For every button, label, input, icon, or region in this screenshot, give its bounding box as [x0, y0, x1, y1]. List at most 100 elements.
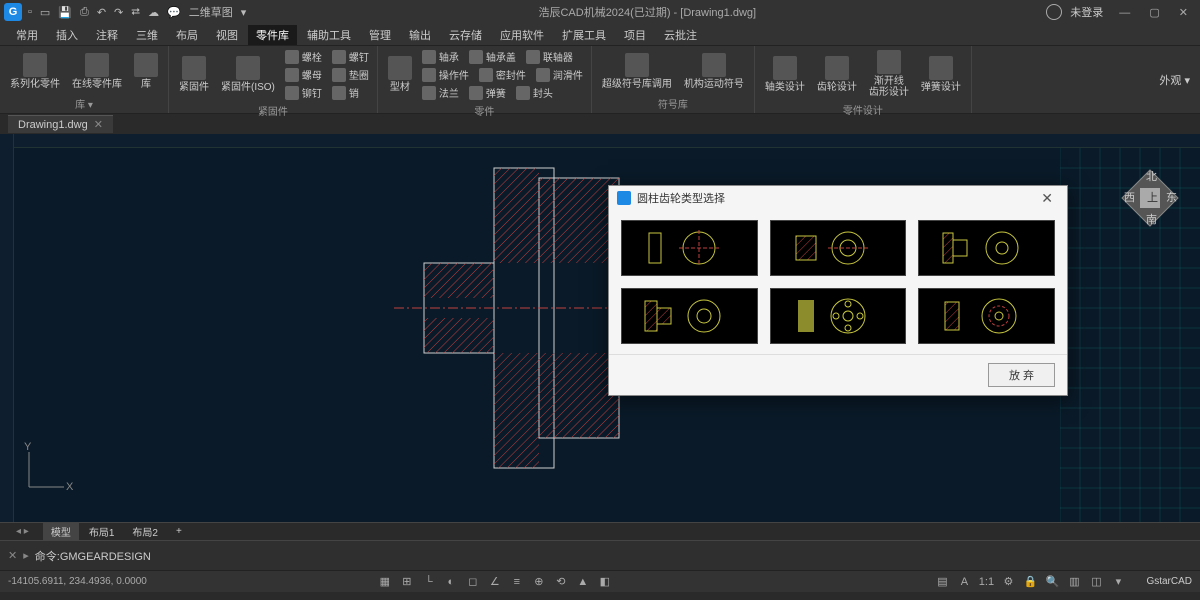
dialog-close-icon[interactable]: ✕: [1035, 190, 1059, 207]
iso-icon[interactable]: ◧: [597, 574, 613, 590]
ribbon-button[interactable]: 紧固件(ISO): [217, 54, 279, 95]
menu-tab-1[interactable]: 插入: [48, 25, 86, 45]
ribbon-button[interactable]: 紧固件: [175, 54, 213, 95]
osnap-toggle-icon[interactable]: ◻: [465, 574, 481, 590]
annotation-icon[interactable]: A: [956, 574, 972, 590]
menu-tab-3[interactable]: 三维: [128, 25, 166, 45]
ribbon-button[interactable]: 机构运动符号: [680, 51, 748, 92]
new-icon[interactable]: ▫: [26, 6, 34, 18]
layout-tab-0[interactable]: 模型: [43, 523, 79, 540]
menu-tab-9[interactable]: 输出: [401, 25, 439, 45]
app-logo: G: [4, 3, 22, 21]
clean-icon[interactable]: ◫: [1088, 574, 1104, 590]
ribbon-small-button[interactable]: 铆钉: [283, 84, 324, 101]
ribbon-button[interactable]: 超级符号库调用: [598, 51, 676, 92]
hardware-icon[interactable]: ▥: [1066, 574, 1082, 590]
save-icon[interactable]: 💾: [56, 6, 74, 19]
menu-tab-10[interactable]: 云存储: [441, 25, 490, 45]
ribbon-small-button[interactable]: 螺母: [283, 66, 324, 83]
grid-toggle-icon[interactable]: ▦: [377, 574, 393, 590]
ribbon-button[interactable]: 渐开线齿形设计: [865, 48, 913, 100]
gear-option-5[interactable]: [770, 288, 907, 344]
ortho-toggle-icon[interactable]: └: [421, 574, 437, 590]
close-icon[interactable]: ✕: [1171, 7, 1196, 19]
cmdline-expand-icon[interactable]: ▸: [23, 549, 29, 562]
ribbon-small-button[interactable]: 操作件: [420, 66, 471, 83]
tab-close-icon[interactable]: ✕: [94, 118, 103, 131]
menu-tab-2[interactable]: 注释: [88, 25, 126, 45]
ribbon-button[interactable]: 系列化零件: [6, 51, 64, 92]
gear-option-2[interactable]: [770, 220, 907, 276]
ribbon-small-button[interactable]: 联轴器: [524, 48, 575, 65]
customize-icon[interactable]: ▾: [1110, 574, 1126, 590]
ribbon-small-button[interactable]: 润滑件: [534, 66, 585, 83]
polar-toggle-icon[interactable]: ◐: [443, 574, 459, 590]
menu-tab-4[interactable]: 布局: [168, 25, 206, 45]
comment-icon[interactable]: 💬: [165, 6, 183, 19]
add-layout-icon[interactable]: +: [168, 525, 190, 538]
share-icon[interactable]: ⮂: [129, 6, 142, 19]
view-cube[interactable]: 上 北 南 东 西: [1120, 168, 1180, 228]
menu-tab-6[interactable]: 零件库: [248, 25, 297, 45]
menu-tab-7[interactable]: 辅助工具: [299, 25, 359, 45]
cmdline-close-icon[interactable]: ✕: [8, 549, 17, 562]
ribbon-small-button[interactable]: 螺栓: [283, 48, 324, 65]
dynamic-input-icon[interactable]: ⊕: [531, 574, 547, 590]
layout-nav-icon[interactable]: ◂ ▸: [8, 525, 37, 538]
lineweight-icon[interactable]: ≡: [509, 574, 525, 590]
model-icon[interactable]: ▤: [934, 574, 950, 590]
redo-icon[interactable]: ↷: [112, 6, 125, 19]
gear-option-4[interactable]: [621, 288, 758, 344]
qat-dropdown-icon[interactable]: ▾: [239, 6, 249, 19]
3d-icon[interactable]: ▲: [575, 574, 591, 590]
command-line[interactable]: ✕ ▸ 命令:GMGEARDESIGN: [0, 540, 1200, 570]
menu-tab-5[interactable]: 视图: [208, 25, 246, 45]
menu-tab-8[interactable]: 管理: [361, 25, 399, 45]
layer-dropdown[interactable]: 二维草图: [187, 4, 235, 20]
ribbon-panel-2: 型材轴承轴承盖联轴器操作件密封件润滑件法兰弹簧封头零件: [378, 46, 592, 113]
appearance-menu[interactable]: 外观 ▾: [1149, 46, 1200, 113]
user-avatar-icon[interactable]: [1046, 4, 1062, 20]
abandon-button[interactable]: 放 弃: [988, 363, 1055, 387]
layout-tab-1[interactable]: 布局1: [81, 523, 123, 540]
workspace-icon[interactable]: ⚙: [1000, 574, 1016, 590]
ribbon-button[interactable]: 在线零件库: [68, 51, 126, 92]
login-status[interactable]: 未登录: [1070, 4, 1103, 20]
open-icon[interactable]: ▭: [38, 6, 52, 19]
ribbon-button[interactable]: 轴类设计: [761, 54, 809, 95]
document-tab[interactable]: Drawing1.dwg ✕: [8, 115, 113, 133]
menu-tab-12[interactable]: 扩展工具: [554, 25, 614, 45]
ribbon-small-button[interactable]: 密封件: [477, 66, 528, 83]
ribbon-button[interactable]: 弹簧设计: [917, 54, 965, 95]
menu-tab-14[interactable]: 云批注: [656, 25, 705, 45]
print-icon[interactable]: ⎙: [78, 6, 91, 19]
ribbon-button[interactable]: 齿轮设计: [813, 54, 861, 95]
ribbon-button[interactable]: 型材: [384, 54, 416, 95]
menu-tab-0[interactable]: 常用: [8, 25, 46, 45]
menu-tab-13[interactable]: 项目: [616, 25, 654, 45]
ribbon-small-button[interactable]: 销: [330, 84, 361, 101]
lock-icon[interactable]: 🔒: [1022, 574, 1038, 590]
ribbon-small-button[interactable]: 弹簧: [467, 84, 508, 101]
menu-tab-11[interactable]: 应用软件: [492, 25, 552, 45]
layout-tab-2[interactable]: 布局2: [124, 523, 166, 540]
undo-icon[interactable]: ↶: [95, 6, 108, 19]
ribbon-small-button[interactable]: 轴承: [420, 48, 461, 65]
ribbon-small-button[interactable]: 封头: [514, 84, 555, 101]
cloud-icon[interactable]: ☁: [146, 6, 161, 19]
ribbon-button[interactable]: 库: [130, 51, 162, 92]
ribbon-small-button[interactable]: 垫圈: [330, 66, 371, 83]
magnify-icon[interactable]: 🔍: [1044, 574, 1060, 590]
ribbon-small-button[interactable]: 螺钉: [330, 48, 371, 65]
minimize-icon[interactable]: —: [1111, 7, 1138, 19]
gear-option-3[interactable]: [918, 220, 1055, 276]
maximize-icon[interactable]: ▢: [1141, 7, 1167, 19]
ribbon-small-button[interactable]: 轴承盖: [467, 48, 518, 65]
cycle-icon[interactable]: ⟲: [553, 574, 569, 590]
otrack-toggle-icon[interactable]: ∠: [487, 574, 503, 590]
scale-icon[interactable]: 1:1: [978, 574, 994, 590]
gear-option-1[interactable]: [621, 220, 758, 276]
snap-toggle-icon[interactable]: ⊞: [399, 574, 415, 590]
gear-option-6[interactable]: [918, 288, 1055, 344]
ribbon-small-button[interactable]: 法兰: [420, 84, 461, 101]
